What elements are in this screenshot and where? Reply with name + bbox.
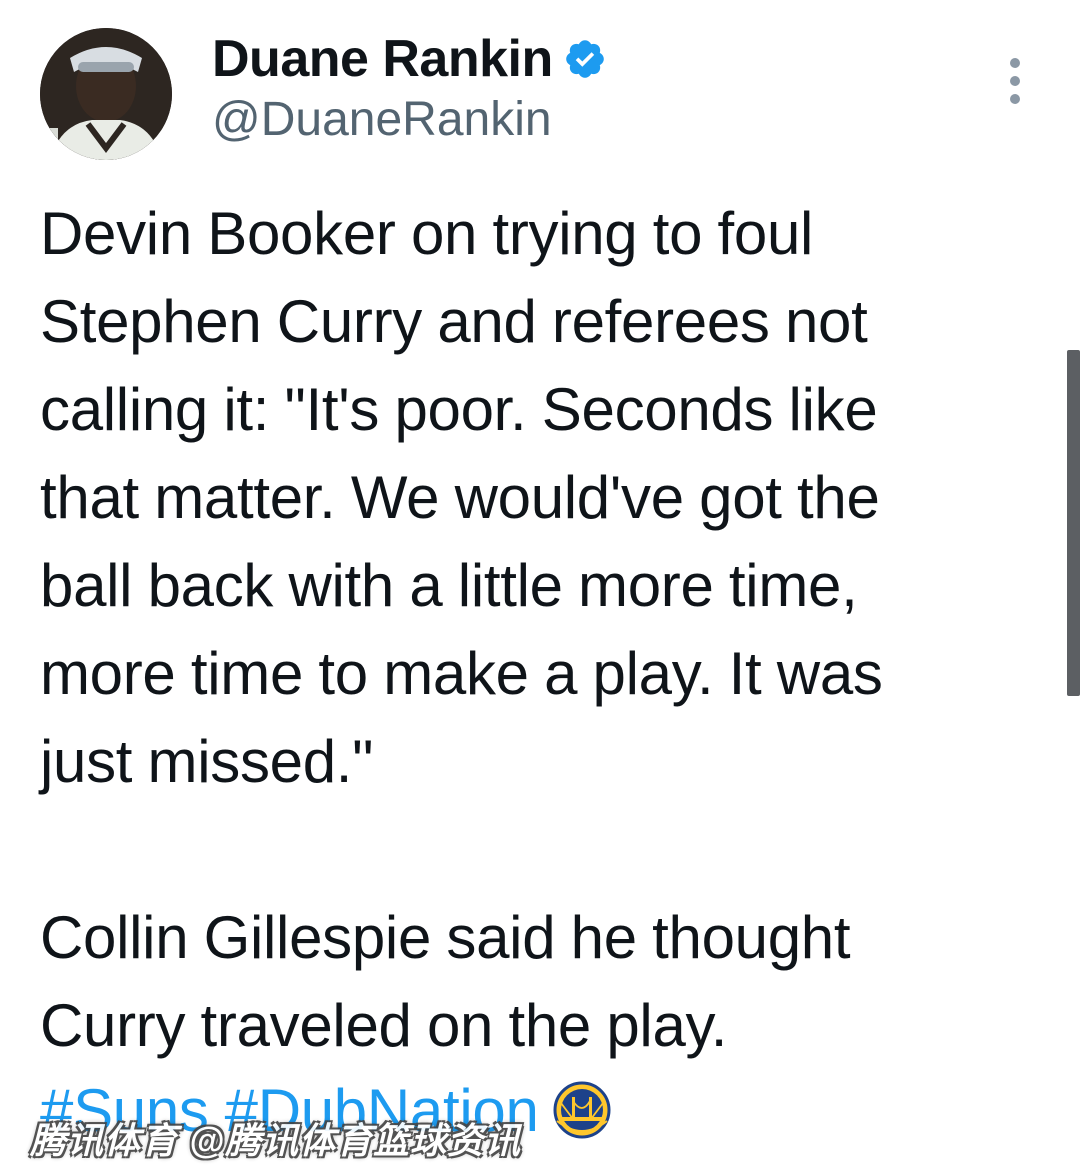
more-dot (1010, 94, 1020, 104)
tweet-line: just missed." (40, 728, 374, 795)
tweet-line: Collin Gillespie said he thought (40, 904, 851, 971)
warriors-logo-icon (553, 1081, 611, 1139)
author-name-row: Duane Rankin (212, 28, 607, 90)
tweet-line: Stephen Curry and referees not (40, 288, 868, 355)
more-dot (1010, 76, 1020, 86)
avatar[interactable] (40, 28, 172, 160)
more-dot (1010, 58, 1020, 68)
tweet-line: calling it: "It's poor. Seconds like (40, 376, 878, 443)
tweet-line: Devin Booker on trying to foul (40, 200, 814, 267)
tweet-line: more time to make a play. It was (40, 640, 883, 707)
verified-badge-icon[interactable] (563, 37, 607, 81)
paragraph-break (40, 806, 1050, 894)
author-handle[interactable]: @DuaneRankin (212, 92, 552, 147)
tweet-line: Curry traveled on the play. (40, 992, 728, 1059)
display-name[interactable]: Duane Rankin (212, 29, 553, 89)
tweet-line: that matter. We would've got the (40, 464, 880, 531)
tweet-line: ball back with a little more time, (40, 552, 858, 619)
watermark: 腾讯体育 @腾讯体育篮球资讯 (30, 1120, 522, 1161)
tweet-text: Devin Booker on trying to foul Stephen C… (40, 190, 1050, 1070)
scrollbar-thumb[interactable] (1067, 350, 1080, 696)
more-vertical-icon[interactable] (1000, 58, 1030, 104)
